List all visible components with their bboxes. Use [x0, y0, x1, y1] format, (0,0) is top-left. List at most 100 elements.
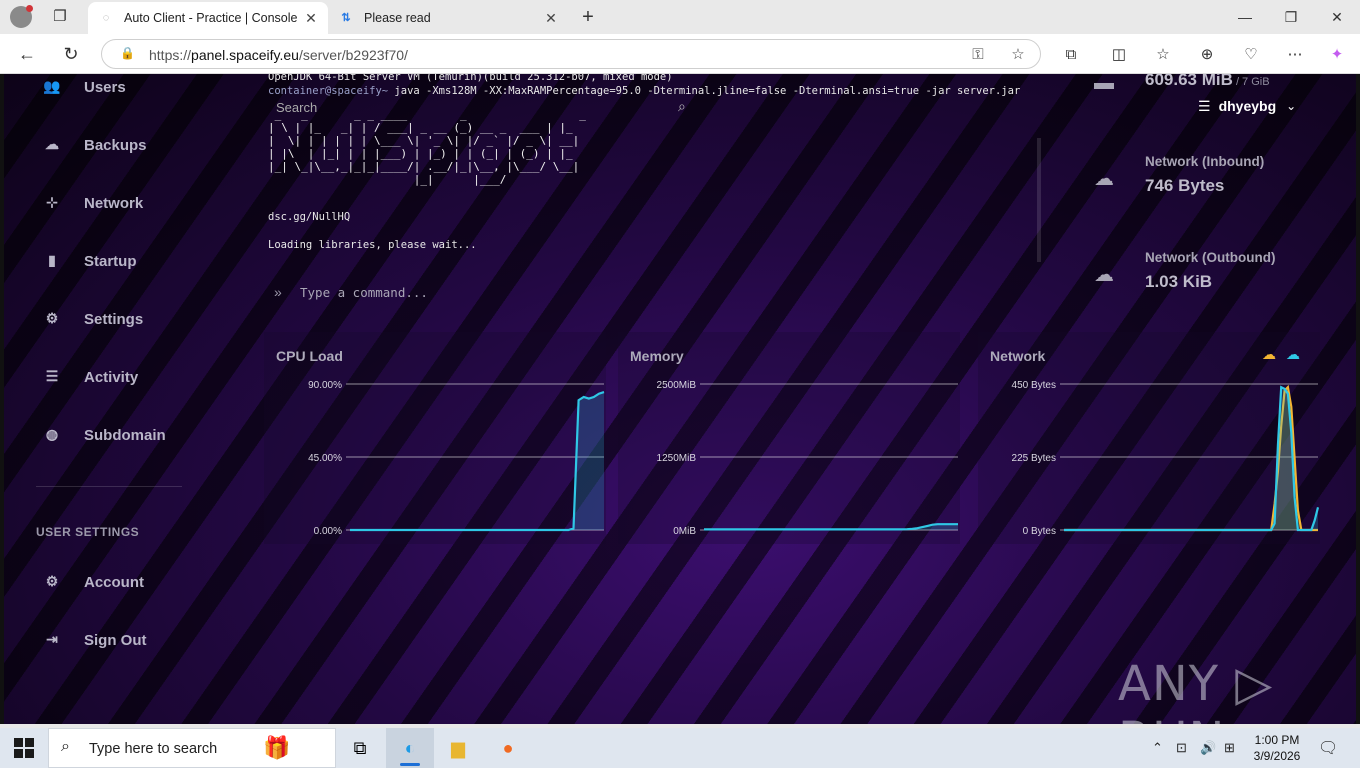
- network-chart-card: Network ☁ ☁ 450 Bytes 225 Bytes 0 Bytes: [978, 332, 1320, 544]
- volume-icon[interactable]: 🔊: [1200, 740, 1216, 756]
- task-view-icon[interactable]: ⧉: [348, 736, 372, 760]
- taskbar-search-placeholder: Type here to search: [89, 741, 218, 757]
- sidebar-item-settings[interactable]: ⚙ Settings: [42, 307, 143, 331]
- search-highlight-icon: 🎁: [263, 735, 291, 760]
- y-tick-label: 450 Bytes: [1012, 380, 1056, 391]
- chevron-down-icon: ⌄: [1286, 99, 1297, 113]
- search-icon[interactable]: ⌕: [678, 98, 686, 115]
- collections-icon[interactable]: ⊕: [1196, 44, 1218, 66]
- stat-label: Network (Outbound): [1145, 250, 1276, 265]
- stat-value: 746 Bytes: [1145, 176, 1225, 195]
- sidebar-item-label: Network: [84, 194, 144, 212]
- network-icon: ⊹: [46, 194, 58, 210]
- back-arrow-icon[interactable]: ←: [14, 42, 40, 66]
- favorite-star-icon[interactable]: ☆: [1008, 45, 1028, 65]
- y-tick-label: 0 Bytes: [1023, 526, 1056, 537]
- close-tab-icon[interactable]: ✕: [302, 10, 320, 27]
- chevron-up-icon[interactable]: ⌃: [1152, 740, 1163, 756]
- series-line: [350, 391, 605, 532]
- cogs-icon: ⚙: [45, 310, 59, 326]
- memory-value: 609.63 MiB / 7 GiB: [1145, 74, 1270, 89]
- y-tick-label: 0MiB: [673, 526, 696, 537]
- memory-chart-card: Memory 2500MiB 1250MiB 0MiB: [618, 332, 960, 544]
- cloud-upload-icon: ☁: [1094, 264, 1114, 286]
- user-settings-heading: USER SETTINGS: [36, 525, 140, 539]
- sidebar-item-subdomain[interactable]: ◍ Subdomain: [42, 423, 166, 447]
- site-info-lock-icon[interactable]: 🔒: [120, 46, 135, 62]
- url-text[interactable]: https://panel.spaceify.eu/server/b2923f7…: [149, 47, 408, 63]
- sidebar-item-label: Backups: [84, 136, 147, 154]
- sidebar-item-activity[interactable]: ☰ Activity: [42, 365, 138, 389]
- copilot-icon[interactable]: ✦: [1326, 44, 1348, 66]
- username: dhyeybg: [1218, 98, 1277, 114]
- firefox-icon[interactable]: ●: [496, 736, 520, 760]
- user-menu[interactable]: ☰ dhyeybg ⌄: [1198, 96, 1296, 116]
- file-explorer-icon[interactable]: ▆: [446, 736, 470, 760]
- address-bar[interactable]: 🔒 https://panel.spaceify.eu/server/b2923…: [101, 39, 1041, 69]
- favorites-icon[interactable]: ☆: [1152, 44, 1174, 66]
- cpu-chart-card: CPU Load 90.00% 45.00% 0.00%: [264, 332, 606, 544]
- restore-icon[interactable]: ❐: [1268, 6, 1314, 28]
- y-tick-label: 2500MiB: [657, 380, 697, 391]
- password-key-icon[interactable]: ⚿: [968, 45, 988, 65]
- console-search-label[interactable]: Search: [276, 100, 317, 115]
- sidebar-item-sign-out[interactable]: ⇥ Sign Out: [42, 628, 147, 652]
- sign-out-icon: ⇥: [46, 631, 58, 647]
- ethernet-icon[interactable]: ⊞: [1224, 740, 1235, 756]
- spaceify-favicon-icon: ◌: [102, 12, 110, 24]
- sidebar: 👥 Users ☁ Backups ⊹ Network ▮ Startup ⚙ …: [4, 74, 204, 724]
- sidebar-item-backups[interactable]: ☁ Backups: [42, 133, 147, 157]
- sidebar-item-label: Subdomain: [84, 426, 166, 444]
- tab-title: Auto Client - Practice | Console: [124, 11, 298, 25]
- window-border: [1356, 74, 1360, 724]
- sidebar-item-label: Sign Out: [84, 631, 147, 649]
- browser-essentials-icon[interactable]: ♡: [1240, 44, 1262, 66]
- chevron-right-icon: »: [274, 284, 282, 300]
- taskbar-search[interactable]: ⌕ Type here to search 🎁: [48, 728, 336, 768]
- arrows-favicon-icon: ⇅: [341, 12, 351, 24]
- close-tab-icon[interactable]: ✕: [542, 10, 560, 27]
- anyrun-watermark: ANY ▷ RUN: [1118, 656, 1274, 724]
- server-menu-icon: ☰: [1198, 97, 1211, 114]
- sidebar-item-network[interactable]: ⊹ Network: [42, 191, 143, 215]
- clock-time: 1:00 PM: [1254, 733, 1300, 747]
- new-tab-icon[interactable]: +: [577, 4, 599, 30]
- cloud-upload-legend-icon: ☁: [1286, 346, 1300, 362]
- notifications-icon[interactable]: 🗨: [1318, 738, 1338, 758]
- y-tick-label: 45.00%: [308, 453, 342, 464]
- tab-console[interactable]: ◌ Auto Client - Practice | Console ✕: [88, 2, 328, 34]
- chart-icon: ▮: [48, 252, 56, 268]
- clock-date: 3/9/2026: [1253, 749, 1301, 763]
- extensions-icon[interactable]: ⧉: [1060, 44, 1082, 66]
- network-tray-icon[interactable]: ⊡: [1176, 740, 1187, 756]
- console-prompt: container@spaceify~: [268, 85, 389, 97]
- console-line: container@spaceify~ java -Xms128M -XX:Ma…: [268, 85, 1020, 97]
- sidebar-item-account[interactable]: ⚙ Account: [42, 570, 144, 594]
- search-icon: ⌕: [61, 738, 70, 755]
- hdd-icon: ▬: [1094, 74, 1114, 94]
- system-clock[interactable]: 1:00 PM 3/9/2026: [1246, 732, 1308, 764]
- y-tick-label: 1250MiB: [657, 453, 697, 464]
- console-scrollbar[interactable]: [1037, 138, 1041, 262]
- sidebar-item-startup[interactable]: ▮ Startup: [42, 249, 136, 273]
- stat-value: 1.03 KiB: [1145, 272, 1213, 291]
- cogs-icon: ⚙: [45, 573, 59, 589]
- panel-page: 👥 Users ☁ Backups ⊹ Network ▮ Startup ⚙ …: [4, 74, 1356, 724]
- minimize-icon[interactable]: —: [1222, 6, 1268, 28]
- windows-start-icon[interactable]: [14, 738, 34, 758]
- more-menu-icon[interactable]: ⋯: [1284, 44, 1306, 66]
- refresh-icon[interactable]: ↻: [58, 42, 84, 66]
- cloud-download-legend-icon: ☁: [1262, 346, 1276, 362]
- globe-icon: ◍: [45, 426, 59, 442]
- cpu-chart: 90.00% 45.00% 0.00%: [308, 380, 605, 537]
- command-input[interactable]: [300, 282, 900, 302]
- tab-actions-icon[interactable]: ❐: [48, 7, 72, 27]
- sidebar-item-label: Activity: [84, 368, 139, 386]
- tab-please-read[interactable]: ⇅ Please read ✕: [328, 2, 568, 34]
- sidebar-item-users[interactable]: 👥 Users: [42, 75, 125, 99]
- edge-icon[interactable]: ◐: [398, 736, 422, 760]
- close-window-icon[interactable]: ✕: [1314, 6, 1360, 28]
- split-screen-icon[interactable]: ◫: [1108, 44, 1130, 66]
- console-line: Loading libraries, please wait...: [268, 239, 477, 251]
- profile-avatar[interactable]: [10, 5, 33, 28]
